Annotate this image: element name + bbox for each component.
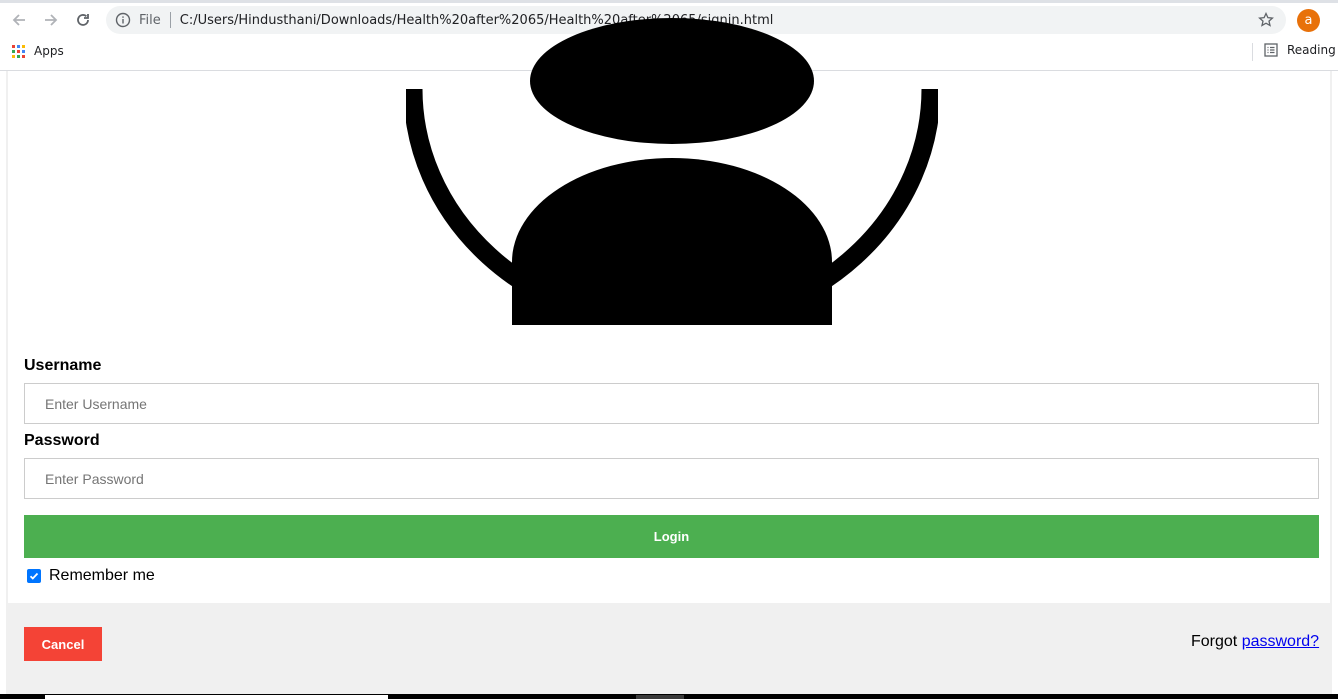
back-button[interactable] [8,9,30,31]
forward-arrow-icon [45,14,58,26]
container-border-left [6,71,8,603]
remember-me[interactable]: Remember me [27,567,155,585]
username-input[interactable] [24,383,1319,424]
container-border-right [1330,71,1332,603]
form-footer [6,603,1332,699]
login-button[interactable]: Login [24,515,1319,558]
reading-list-label: Reading li [1287,43,1338,57]
bookmark-star-icon[interactable] [1258,12,1274,28]
back-arrow-icon [12,14,25,26]
apps-label: Apps [34,44,64,58]
remember-label: Remember me [49,567,155,584]
signin-page: Username Password Login Remember me Canc… [0,18,1338,699]
reload-button[interactable] [72,9,94,31]
user-avatar-image [406,0,938,325]
cancel-button[interactable]: Cancel [24,627,102,661]
profile-avatar[interactable]: a [1297,9,1320,32]
taskbar-segment [636,695,684,699]
apps-grid-icon [12,44,25,58]
reading-list-icon [1264,43,1278,57]
checkmark-icon [29,572,39,580]
reload-icon [77,14,89,26]
info-icon[interactable] [115,12,131,28]
forgot-password-text: Forgot password? [1191,633,1319,651]
forward-button[interactable] [40,9,62,31]
apps-shortcut[interactable]: Apps [12,44,64,58]
password-input[interactable] [24,458,1319,499]
reading-list-button[interactable]: Reading li [1264,43,1338,57]
url-scheme-label: File [139,12,161,28]
username-label: Username [24,357,102,374]
taskbar-segment [45,695,388,699]
password-label: Password [24,432,100,449]
forgot-prefix: Forgot [1191,633,1238,650]
bookmarks-separator [1252,43,1253,61]
remember-checkbox[interactable] [27,569,41,583]
url-separator [169,12,171,28]
forgot-password-link[interactable]: password? [1242,633,1319,650]
